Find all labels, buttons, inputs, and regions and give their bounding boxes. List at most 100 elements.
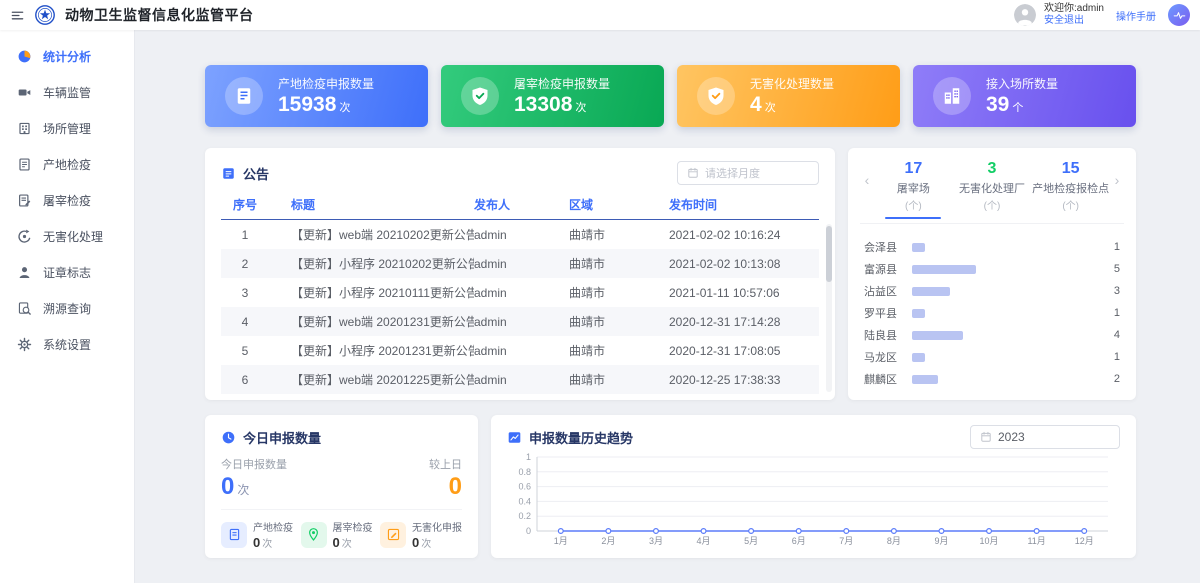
sidebar-item-stats[interactable]: 统计分析	[0, 38, 134, 74]
bar	[912, 265, 976, 274]
row-index: 3	[221, 286, 269, 300]
announcement-title: 【更新】web端 20201225更新公告	[269, 371, 474, 388]
announcements-table-body: 1【更新】web端 20210202更新公告admin曲靖市2021-02-02…	[221, 220, 819, 394]
today-count-value: 0次	[221, 473, 249, 501]
buildings-icon	[942, 86, 962, 106]
sidebar-item-harmless[interactable]: 无害化处理	[0, 218, 134, 254]
svg-text:0.4: 0.4	[518, 496, 531, 506]
building-icon	[17, 121, 32, 136]
bar-category-label: 马龙区	[864, 349, 912, 365]
stat-card-value: 39个	[986, 93, 1058, 117]
table-scrollbar[interactable]	[826, 226, 832, 282]
stat-card-origin-declare: 产地检疫申报数量15938次	[205, 65, 428, 127]
announcements-panel: 公告 请选择月度 序号标题发布人区域发布时间 1【更新】web端 2021020…	[205, 148, 835, 400]
svg-text:3月: 3月	[649, 536, 663, 546]
gear-icon	[17, 337, 32, 352]
publish-time: 2021-01-11 10:57:06	[669, 286, 819, 300]
sidebar-item-place[interactable]: 场所管理	[0, 110, 134, 146]
publisher: admin	[474, 344, 569, 358]
sidebar-item-vehicle[interactable]: 车辆监管	[0, 74, 134, 110]
svg-text:10月: 10月	[980, 536, 999, 546]
sidebar-item-label: 溯源查询	[43, 300, 91, 317]
places-tab-unit: (个)	[1031, 197, 1110, 212]
announcements-table-header: 序号标题发布人区域发布时间	[221, 190, 819, 220]
announcement-row: 3【更新】小程序 20210111更新公告admin曲靖市2021-01-11 …	[221, 278, 819, 307]
places-tab-unit: (个)	[874, 197, 953, 212]
app-logo-icon	[35, 5, 55, 25]
today-items: 产地检疫0次屠宰检疫0次无害化申报0次	[221, 509, 462, 550]
sidebar-item-origin[interactable]: 产地检疫	[0, 146, 134, 182]
announcement-row: 6【更新】web端 20201225更新公告admin曲靖市2020-12-25…	[221, 365, 819, 394]
top-header: 动物卫生监督信息化监管平台 欢迎你:admin 安全退出 操作手册	[0, 0, 1200, 30]
document-outline-icon	[227, 527, 242, 542]
edit-pen-icon	[386, 527, 401, 542]
app-title: 动物卫生监督信息化监管平台	[65, 5, 254, 25]
svg-text:0.6: 0.6	[518, 482, 531, 492]
col-time: 发布时间	[669, 196, 819, 213]
stat-card-harmless-count: 无害化处理数量4次	[677, 65, 900, 127]
publisher: admin	[474, 373, 569, 387]
trend-title: 申报数量历史趋势	[529, 428, 633, 447]
sidebar-item-settings[interactable]: 系统设置	[0, 326, 134, 362]
manual-link[interactable]: 操作手册	[1116, 8, 1156, 23]
today-item-value: 0次	[412, 535, 462, 550]
pulse-icon	[1173, 9, 1186, 22]
stat-card-unit: 次	[765, 102, 776, 114]
today-item-value: 0次	[333, 535, 373, 550]
assistant-button[interactable]	[1168, 4, 1190, 26]
year-picker[interactable]: 2023	[970, 425, 1120, 449]
stat-card-value: 13308次	[514, 93, 610, 117]
svg-text:7月: 7月	[839, 536, 853, 546]
publish-time: 2021-02-02 10:13:08	[669, 257, 819, 271]
stat-card-value: 4次	[750, 93, 834, 117]
svg-text:2月: 2月	[601, 536, 615, 546]
bar-row: 马龙区1	[864, 346, 1120, 368]
bar-category-label: 陆良县	[864, 327, 912, 343]
places-tab-label: 无害化处理厂	[953, 180, 1032, 196]
today-item-harmless: 无害化申报0次	[380, 519, 462, 550]
shield-check-icon	[470, 86, 490, 106]
announcement-title: 【更新】小程序 20201231更新公告	[269, 342, 474, 359]
sidebar-item-label: 产地检疫	[43, 156, 91, 173]
announcement-row: 4【更新】web端 20201231更新公告admin曲靖市2020-12-31…	[221, 307, 819, 336]
today-panel: 今日申报数量 今日申报数量 较上日 0次 0 产地检疫0次屠宰检疫0次无害化申报…	[205, 415, 478, 558]
announcement-row: 1【更新】web端 20210202更新公告admin曲靖市2021-02-02…	[221, 220, 819, 249]
today-item-label: 无害化申报	[412, 519, 462, 534]
tabs-next-arrow-icon[interactable]: ›	[1110, 160, 1124, 188]
publisher: admin	[474, 315, 569, 329]
sidebar-item-label: 无害化处理	[43, 228, 103, 245]
stat-card-venue-count: 接入场所数量39个	[913, 65, 1136, 127]
today-title: 今日申报数量	[243, 428, 321, 447]
logout-link[interactable]: 安全退出	[1044, 15, 1104, 28]
month-picker[interactable]: 请选择月度	[677, 161, 819, 185]
user-avatar[interactable]	[1014, 4, 1036, 26]
svg-text:0: 0	[526, 526, 531, 536]
bar	[912, 309, 925, 318]
svg-text:4月: 4月	[697, 536, 711, 546]
places-tab-2[interactable]: 15产地检疫报检点(个)	[1031, 160, 1110, 219]
person-badge-icon	[17, 265, 32, 280]
location-pin-icon	[306, 527, 321, 542]
tabs-prev-arrow-icon[interactable]: ‹	[860, 160, 874, 188]
sidebar-item-label: 系统设置	[43, 336, 91, 353]
vehicle-camera-icon	[17, 85, 32, 100]
region: 曲靖市	[569, 342, 669, 359]
document-badge-icon	[234, 86, 254, 106]
publisher: admin	[474, 228, 569, 242]
row-index: 5	[221, 344, 269, 358]
sidebar-item-slaughter[interactable]: 屠宰检疫	[0, 182, 134, 218]
places-tab-0[interactable]: 17屠宰场(个)	[874, 160, 953, 219]
places-tab-1[interactable]: 3无害化处理厂(个)	[953, 160, 1032, 219]
sidebar-item-label: 屠宰检疫	[43, 192, 91, 209]
bar-row: 罗平县1	[864, 302, 1120, 324]
col-index: 序号	[221, 196, 269, 213]
shield-check-icon	[706, 86, 726, 106]
bar-category-label: 会泽县	[864, 239, 912, 255]
sidebar-item-trace[interactable]: 溯源查询	[0, 290, 134, 326]
sidebar-item-badge[interactable]: 证章标志	[0, 254, 134, 290]
menu-toggle-icon[interactable]	[10, 8, 25, 23]
stat-card-unit: 个	[1012, 102, 1023, 114]
bar-category-label: 富源县	[864, 261, 912, 277]
today-item-label: 产地检疫	[253, 519, 293, 534]
announcement-row: 5【更新】小程序 20201231更新公告admin曲靖市2020-12-31 …	[221, 336, 819, 365]
